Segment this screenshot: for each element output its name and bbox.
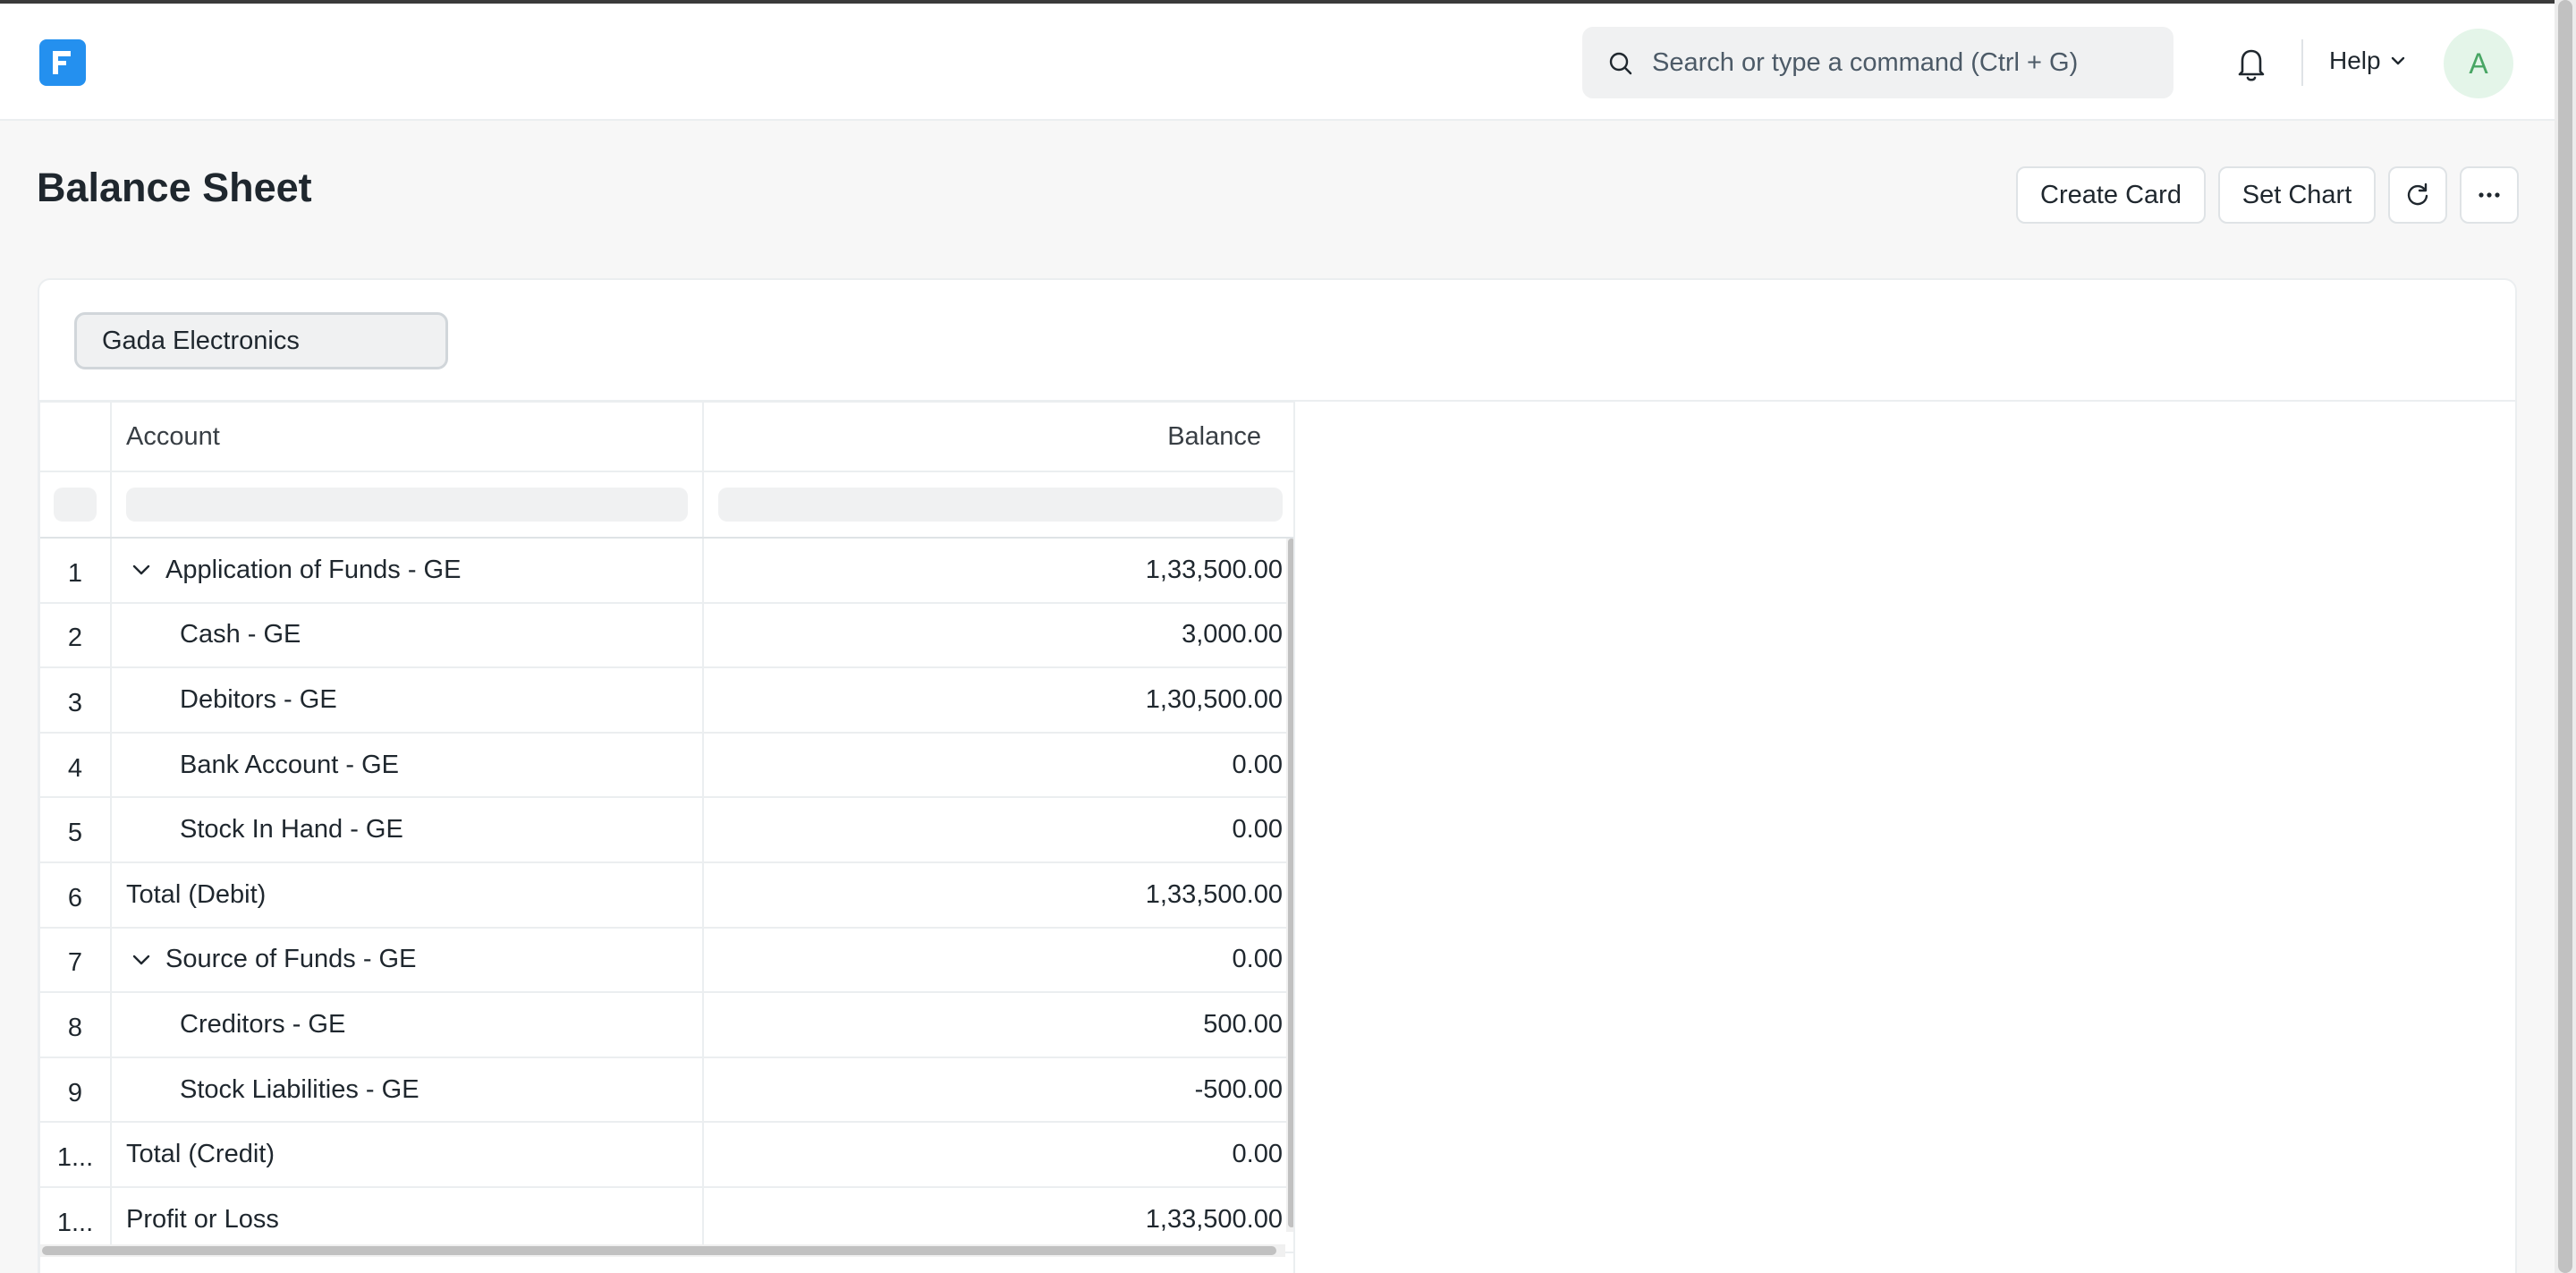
account-name: Source of Funds - GE xyxy=(165,945,417,974)
account-cell: Application of Funds - GE xyxy=(112,539,704,602)
table-vertical-scrollbar-thumb[interactable] xyxy=(1288,539,1293,1227)
balance-cell: 3,000.00 xyxy=(1182,620,1283,649)
table-vertical-scrollbar[interactable] xyxy=(1286,539,1293,1232)
table-horizontal-scrollbar[interactable] xyxy=(40,1244,1285,1257)
account-cell: Source of Funds - GE xyxy=(112,928,704,992)
column-header-balance[interactable]: Balance xyxy=(704,403,1293,471)
app-logo[interactable] xyxy=(39,39,86,86)
account-cell: Stock Liabilities - GE xyxy=(112,1057,704,1122)
user-avatar[interactable]: A xyxy=(2444,29,2513,98)
account-name: Total (Debit) xyxy=(126,879,267,909)
filter-index-input[interactable] xyxy=(54,488,97,522)
navbar: Help A xyxy=(0,4,2555,121)
navbar-divider xyxy=(2301,39,2303,86)
search-input[interactable] xyxy=(1652,27,2153,98)
balance-cell: -500.00 xyxy=(1194,1074,1283,1104)
table-row[interactable]: 8 Creditors - GE 500.00 xyxy=(40,993,1293,1058)
more-horizontal-icon xyxy=(2479,192,2500,198)
table-filter-row xyxy=(40,472,1293,539)
chevron-down-icon xyxy=(2391,56,2404,65)
chevron-down-icon[interactable] xyxy=(130,558,153,581)
table-horizontal-scrollbar-thumb[interactable] xyxy=(42,1246,1276,1255)
table-header-row: Account Balance xyxy=(40,401,1293,472)
row-index: 2 xyxy=(40,603,112,667)
account-cell: Total (Credit) xyxy=(112,1123,704,1186)
row-index: 4 xyxy=(40,733,112,797)
account-cell: Profit or Loss xyxy=(112,1188,704,1252)
account-name: Total (Credit) xyxy=(126,1140,275,1169)
search-icon xyxy=(1609,52,1632,75)
table-row[interactable]: 3 Debitors - GE 1,30,500.00 xyxy=(40,668,1293,734)
filter-cell-index xyxy=(40,472,112,537)
create-card-button[interactable]: Create Card xyxy=(2016,166,2206,224)
refresh-button[interactable] xyxy=(2388,166,2447,224)
help-dropdown[interactable]: Help xyxy=(2329,43,2408,79)
account-name: Application of Funds - GE xyxy=(165,555,462,584)
row-index: 1... xyxy=(40,1188,112,1252)
logo-icon xyxy=(53,51,71,74)
balance-cell: 1,33,500.00 xyxy=(1145,879,1283,909)
set-chart-button[interactable]: Set Chart xyxy=(2218,166,2376,224)
row-index: 8 xyxy=(40,993,112,1057)
balance-cell: 1,33,500.00 xyxy=(1145,1204,1283,1234)
chevron-down-icon[interactable] xyxy=(130,948,153,972)
table-row[interactable]: 2 Cash - GE 3,000.00 xyxy=(40,603,1293,669)
filter-area: Gada Electronics xyxy=(39,280,2515,402)
account-name: Stock Liabilities - GE xyxy=(180,1074,419,1104)
table-row[interactable]: 5 Stock In Hand - GE 0.00 xyxy=(40,798,1293,863)
balance-cell: 0.00 xyxy=(1232,750,1283,779)
table-row[interactable]: 1... Profit or Loss 1,33,500.00 xyxy=(40,1188,1293,1253)
company-filter-select[interactable]: Gada Electronics xyxy=(74,312,448,369)
row-index: 1 xyxy=(40,539,112,602)
row-index: 7 xyxy=(40,928,112,992)
filter-cell-balance xyxy=(704,472,1293,537)
table-row[interactable]: 1... Total (Credit) 0.00 xyxy=(40,1123,1293,1188)
row-index-header xyxy=(40,403,112,471)
table-row[interactable]: 4 Bank Account - GE 0.00 xyxy=(40,733,1293,799)
balance-cell: 1,33,500.00 xyxy=(1145,555,1283,584)
balance-cell: 0.00 xyxy=(1232,815,1283,844)
account-name: Profit or Loss xyxy=(126,1204,279,1234)
row-index: 6 xyxy=(40,863,112,927)
account-cell: Creditors - GE xyxy=(112,993,704,1057)
filter-cell-account xyxy=(112,472,704,537)
notification-bell-icon[interactable] xyxy=(2233,45,2269,82)
row-index: 1... xyxy=(40,1123,112,1186)
account-name: Bank Account - GE xyxy=(180,750,400,779)
company-filter-value: Gada Electronics xyxy=(102,326,300,355)
help-label: Help xyxy=(2329,47,2381,74)
account-cell: Total (Debit) xyxy=(112,863,704,927)
account-cell: Cash - GE xyxy=(112,603,704,667)
row-index: 5 xyxy=(40,798,112,861)
table-row[interactable]: 6 Total (Debit) 1,33,500.00 xyxy=(40,863,1293,929)
page-scrollbar[interactable] xyxy=(2555,0,2576,1273)
row-index: 9 xyxy=(40,1057,112,1122)
account-name: Creditors - GE xyxy=(180,1009,346,1039)
table-row[interactable]: 9 Stock Liabilities - GE -500.00 xyxy=(40,1057,1293,1124)
account-cell: Stock In Hand - GE xyxy=(112,798,704,861)
table-row[interactable]: 7 Source of Funds - GE 0.00 xyxy=(40,928,1293,994)
avatar-initial: A xyxy=(2469,47,2488,80)
awesomebar-search[interactable] xyxy=(1582,27,2174,98)
account-name: Debitors - GE xyxy=(180,684,337,714)
balance-cell: 0.00 xyxy=(1232,1140,1283,1169)
account-cell: Bank Account - GE xyxy=(112,733,704,797)
filter-balance-input[interactable] xyxy=(718,488,1283,522)
filter-account-input[interactable] xyxy=(126,488,688,522)
table-row[interactable]: 1 Application of Funds - GE 1,33,500.00 xyxy=(40,539,1293,604)
row-index: 3 xyxy=(40,668,112,732)
more-actions-button[interactable] xyxy=(2460,166,2519,224)
balance-cell: 0.00 xyxy=(1232,945,1283,974)
balance-cell: 1,30,500.00 xyxy=(1145,684,1283,714)
balance-cell: 500.00 xyxy=(1203,1009,1283,1039)
account-name: Cash - GE xyxy=(180,620,301,649)
account-name: Stock In Hand - GE xyxy=(180,815,403,844)
account-cell: Debitors - GE xyxy=(112,668,704,732)
page-title: Balance Sheet xyxy=(37,165,312,210)
page-scrollbar-thumb[interactable] xyxy=(2558,0,2572,1273)
column-header-account[interactable]: Account xyxy=(112,403,704,471)
report-datatable: Account Balance 1 Application of Funds -… xyxy=(38,401,1295,1273)
refresh-icon xyxy=(2407,182,2428,206)
